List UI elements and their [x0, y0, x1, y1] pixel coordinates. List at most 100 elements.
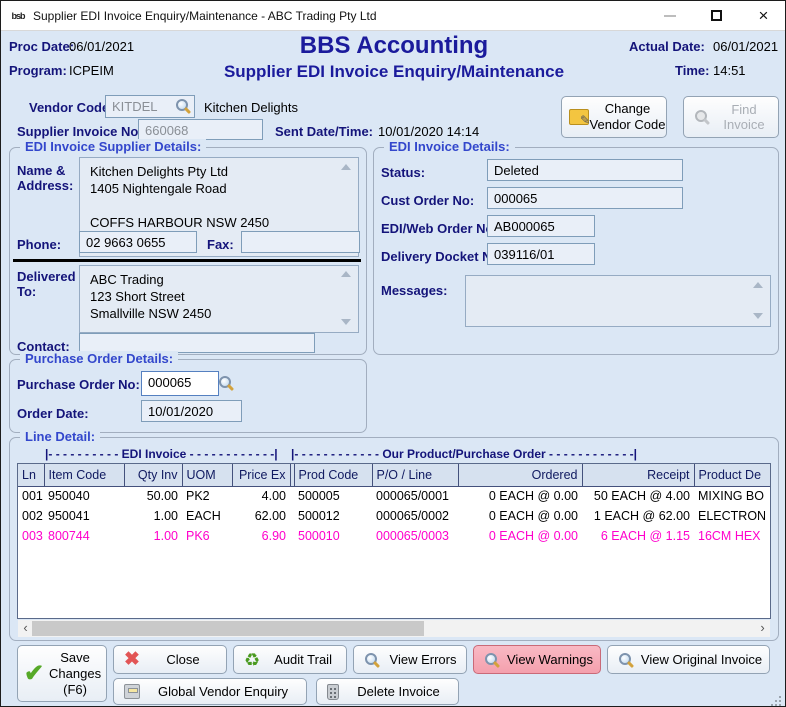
col-po-line[interactable]: P/O / Line: [372, 464, 458, 486]
global-vendor-enquiry-button[interactable]: Global Vendor Enquiry: [113, 678, 307, 705]
cell-price-ex: 4.00: [232, 486, 290, 506]
scrollbar-thumb[interactable]: [32, 621, 424, 636]
table-row[interactable]: 002 950041 1.00 EACH 62.00 500012 000065…: [18, 506, 771, 526]
close-button[interactable]: ✖ Close: [113, 645, 227, 674]
cell-receipt: 50 EACH @ 4.00: [582, 486, 694, 506]
vendor-code-label: Vendor Code:: [29, 100, 114, 115]
cell-po-line: 000065/0002: [372, 506, 458, 526]
view-errors-search-icon: [364, 652, 380, 668]
edit-note-icon: [569, 109, 589, 125]
supplier-invoice-field[interactable]: 660068: [138, 119, 263, 140]
close-label: Close: [140, 652, 226, 667]
col-prod-code[interactable]: Prod Code: [294, 464, 372, 486]
col-receipt[interactable]: Receipt: [582, 464, 694, 486]
purchase-order-no-field[interactable]: 000065: [141, 371, 219, 396]
order-date-field[interactable]: 10/01/2020: [141, 400, 242, 422]
delivered-to-box[interactable]: ABC Trading 123 Short Street Smallville …: [79, 265, 359, 333]
sent-datetime-label: Sent Date/Time:: [275, 124, 373, 139]
cell-item-code: 950041: [44, 506, 124, 526]
find-invoice-label: Find Invoice: [710, 102, 778, 132]
change-vendor-code-label: Change Vendor Code: [589, 101, 666, 133]
messages-label: Messages:: [381, 283, 447, 298]
col-price-ex[interactable]: Price Ex: [232, 464, 290, 486]
table-row-highlighted[interactable]: 003 800744 1.00 PK6 6.90 500010 000065/0…: [18, 526, 771, 546]
view-errors-button[interactable]: View Errors: [353, 645, 467, 674]
page-title: Supplier EDI Invoice Enquiry/Maintenance: [1, 62, 786, 82]
col-ordered[interactable]: Ordered: [458, 464, 582, 486]
scroll-down-icon[interactable]: [753, 313, 763, 319]
audit-trail-button[interactable]: ♻ Audit Trail: [233, 645, 347, 674]
scroll-up-icon[interactable]: [753, 282, 763, 288]
resize-grip[interactable]: [771, 692, 781, 702]
delivery-docket-field[interactable]: 039116/01: [487, 243, 595, 265]
contact-field[interactable]: [79, 333, 315, 353]
cell-uom: EACH: [182, 506, 232, 526]
col-item-code[interactable]: Item Code: [44, 464, 124, 486]
status-field[interactable]: Deleted: [487, 159, 683, 181]
vendor-search-icon[interactable]: [175, 98, 191, 114]
col-uom[interactable]: UOM: [182, 464, 232, 486]
save-changes-button[interactable]: ✔ Save Changes (F6): [17, 645, 107, 702]
cell-prod-code: 500010: [294, 526, 372, 546]
col-qty-inv[interactable]: Qty Inv: [124, 464, 182, 486]
scroll-down-icon[interactable]: [341, 319, 351, 325]
view-original-search-icon: [618, 652, 634, 668]
table-row[interactable]: 001 950040 50.00 PK2 4.00 500005 000065/…: [18, 486, 771, 506]
cell-ln: 002: [18, 506, 44, 526]
edi-web-order-label: EDI/Web Order No:: [381, 221, 498, 236]
supplier-invoice-label: Supplier Invoice No:: [17, 124, 143, 139]
vendor-name-value: Kitchen Delights: [204, 100, 298, 115]
cell-item-code: 950040: [44, 486, 124, 506]
purchase-order-title: Purchase Order Details:: [20, 351, 178, 366]
find-invoice-search-icon: [694, 109, 710, 125]
cell-ordered: 0 EACH @ 0.00: [458, 506, 582, 526]
edi-invoice-group-header: |- - - - - - - - - - EDI Invoice - - - -…: [45, 447, 278, 461]
delete-invoice-button[interactable]: Delete Invoice: [316, 678, 459, 705]
maximize-button[interactable]: [694, 1, 739, 30]
title-bar: bsb Supplier EDI Invoice Enquiry/Mainten…: [1, 1, 785, 31]
messages-box[interactable]: [465, 275, 771, 327]
cell-price-ex: 6.90: [232, 526, 290, 546]
view-warnings-label: View Warnings: [500, 652, 600, 667]
col-product-desc[interactable]: Product De: [694, 464, 771, 486]
phone-field[interactable]: 02 9663 0655: [79, 231, 197, 253]
view-warnings-button[interactable]: View Warnings: [473, 645, 601, 674]
minimize-button[interactable]: [647, 1, 692, 30]
save-changes-label: Save Changes (F6): [44, 650, 106, 698]
col-ln[interactable]: Ln: [18, 464, 44, 486]
view-errors-label: View Errors: [380, 652, 466, 667]
cust-order-label: Cust Order No:: [381, 193, 474, 208]
purchase-order-search-icon[interactable]: [218, 375, 234, 391]
cust-order-field[interactable]: 000065: [487, 187, 683, 209]
cell-po-line: 000065/0001: [372, 486, 458, 506]
minimize-icon: [664, 15, 676, 17]
close-window-button[interactable]: ×: [741, 1, 786, 30]
fax-field[interactable]: [241, 231, 360, 253]
cell-ordered: 0 EACH @ 0.00: [458, 486, 582, 506]
line-detail-table: Ln Item Code Qty Inv UOM Price Ex Prod C…: [17, 463, 771, 619]
change-vendor-code-button[interactable]: Change Vendor Code: [561, 96, 667, 138]
view-original-invoice-button[interactable]: View Original Invoice: [607, 645, 770, 674]
horizontal-scrollbar[interactable]: ‹ ›: [18, 620, 770, 637]
view-original-invoice-label: View Original Invoice: [634, 652, 769, 667]
scroll-up-icon[interactable]: [341, 271, 351, 277]
register-icon: [124, 684, 140, 699]
time-label: Time:: [675, 63, 709, 78]
window-title: Supplier EDI Invoice Enquiry/Maintenance…: [33, 9, 377, 23]
find-invoice-button[interactable]: Find Invoice: [683, 96, 779, 138]
cell-prod-code: 500005: [294, 486, 372, 506]
actual-date-value: 06/01/2021: [713, 39, 778, 54]
scroll-right-icon[interactable]: ›: [755, 620, 770, 637]
cell-ordered: 0 EACH @ 0.00: [458, 526, 582, 546]
cell-ln: 001: [18, 486, 44, 506]
cell-receipt: 6 EACH @ 1.15: [582, 526, 694, 546]
maximize-icon: [711, 10, 722, 21]
phone-label: Phone:: [17, 237, 61, 252]
scroll-up-icon[interactable]: [341, 164, 351, 170]
recycle-icon: ♻: [244, 651, 260, 669]
global-vendor-enquiry-label: Global Vendor Enquiry: [140, 684, 306, 699]
cell-uom: PK2: [182, 486, 232, 506]
check-icon: ✔: [24, 662, 44, 686]
edi-web-order-field[interactable]: AB000065: [487, 215, 595, 237]
scroll-left-icon[interactable]: ‹: [18, 620, 33, 637]
